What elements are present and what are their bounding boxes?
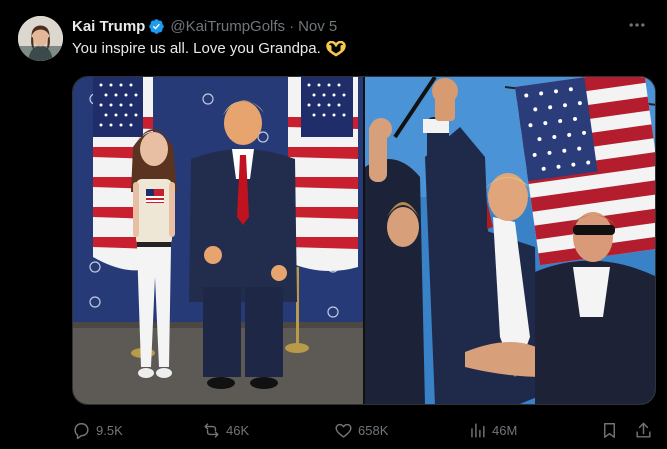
like-count: 658K xyxy=(358,422,389,438)
verified-badge-icon xyxy=(149,18,165,34)
repost-icon xyxy=(204,422,219,438)
bookmark-icon xyxy=(604,422,615,438)
views-count: 46M xyxy=(492,422,518,438)
more-options-button[interactable] xyxy=(625,14,649,36)
tweet-header: Kai Trump @KaiTrumpGolfs · Nov 5 xyxy=(72,16,337,36)
display-name[interactable]: Kai Trump xyxy=(72,18,145,35)
heart-hands-emoji-icon xyxy=(326,40,346,56)
action-bar: 9.5K 46K 658K 46M xyxy=(72,418,656,442)
like-button[interactable]: 658K xyxy=(334,418,388,442)
bookmark-button[interactable] xyxy=(600,418,619,442)
share-button[interactable] xyxy=(634,418,653,442)
tweet-text-content: You inspire us all. Love you Grandpa. xyxy=(72,40,321,57)
repost-count: 46K xyxy=(226,422,250,438)
photo-left[interactable] xyxy=(73,77,363,404)
separator-dot: · xyxy=(289,17,295,35)
handle[interactable]: @KaiTrumpGolfs xyxy=(170,18,285,35)
heart-icon xyxy=(335,423,352,438)
reply-icon xyxy=(74,422,89,439)
share-icon xyxy=(636,422,651,438)
avatar[interactable] xyxy=(18,16,63,61)
reply-count: 9.5K xyxy=(96,422,123,438)
tweet-date[interactable]: Nov 5 xyxy=(298,18,337,35)
photo-right[interactable] xyxy=(365,77,655,404)
tweet-text: You inspire us all. Love you Grandpa. xyxy=(72,40,346,57)
views-chart-icon xyxy=(471,422,485,438)
repost-button[interactable]: 46K xyxy=(202,418,249,442)
media-grid[interactable] xyxy=(72,76,656,405)
reply-button[interactable]: 9.5K xyxy=(72,418,123,442)
more-dots-icon xyxy=(629,23,645,27)
views-button[interactable]: 46M xyxy=(468,418,517,442)
tweet[interactable]: Kai Trump @KaiTrumpGolfs · Nov 5 You ins… xyxy=(0,0,667,449)
